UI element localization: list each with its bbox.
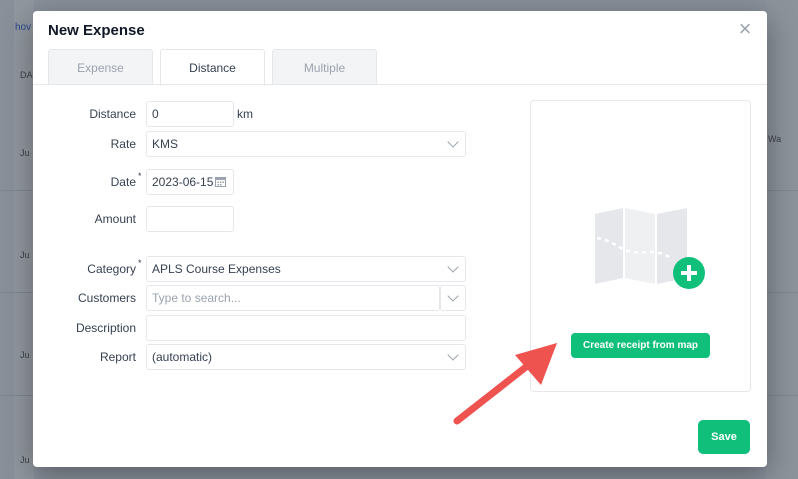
tab-multiple[interactable]: Multiple	[272, 49, 377, 85]
category-required-mark: *	[138, 258, 142, 268]
date-required-mark: *	[138, 171, 142, 181]
close-icon[interactable]: ×	[735, 18, 755, 40]
category-select[interactable]: APLS Course Expenses	[146, 256, 466, 282]
amount-label: Amount	[94, 212, 136, 226]
distance-input[interactable]: 0	[146, 101, 234, 127]
save-button[interactable]: Save	[698, 420, 750, 454]
plus-circle-icon[interactable]	[673, 257, 705, 289]
calendar-icon[interactable]	[215, 176, 226, 187]
report-label: Report	[99, 350, 136, 364]
create-receipt-from-map-button[interactable]: Create receipt from map	[571, 333, 710, 358]
category-label: Category	[87, 262, 136, 276]
rate-value: KMS	[152, 137, 179, 151]
distance-label: Distance	[89, 107, 136, 121]
date-label: Date	[110, 175, 136, 189]
distance-unit: km	[237, 107, 253, 121]
tab-distance[interactable]: Distance	[160, 49, 265, 86]
report-select[interactable]: (automatic)	[146, 344, 466, 370]
modal-title: New Expense	[48, 22, 145, 39]
rate-label: Rate	[110, 137, 136, 151]
customers-input[interactable]: Type to search...	[146, 285, 440, 311]
description-input[interactable]	[146, 315, 466, 341]
customers-label: Customers	[77, 291, 136, 305]
tab-expense[interactable]: Expense	[48, 49, 153, 85]
report-value: (automatic)	[152, 350, 213, 364]
tab-divider	[33, 84, 767, 85]
category-value: APLS Course Expenses	[152, 262, 281, 276]
rate-select[interactable]: KMS	[146, 131, 466, 157]
receipt-panel: Create receipt from map	[530, 100, 751, 392]
date-value: 2023-06-15	[152, 175, 214, 189]
new-expense-modal: New Expense × Expense Distance Multiple …	[33, 11, 767, 467]
amount-input[interactable]	[146, 206, 234, 232]
annotation-arrow-icon	[453, 343, 557, 425]
description-label: Description	[75, 321, 136, 335]
